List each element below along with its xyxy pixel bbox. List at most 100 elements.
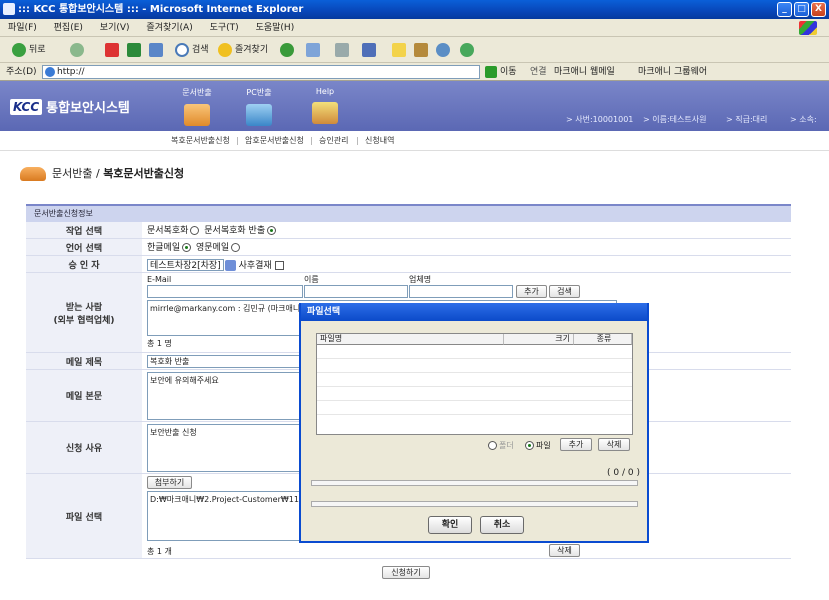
subnav-approval[interactable]: 승인관리 [319, 131, 348, 151]
approver-select[interactable]: 테스트차장2[차장] [147, 259, 224, 271]
approver-field: 테스트차장2[차장] 사후결재 [147, 259, 284, 272]
list-item[interactable]: mirrle@markany.com : 김민규 (마크애니) [150, 304, 303, 313]
menu-tools[interactable]: 도구(T) [210, 23, 239, 33]
email-input[interactable] [147, 285, 303, 298]
work-decrypt-export-radio[interactable] [267, 226, 277, 235]
history-button[interactable] [280, 41, 297, 59]
table-row [317, 372, 632, 373]
note-icon [392, 42, 406, 57]
recipient-count: 총 1 명 [147, 339, 172, 348]
col-size[interactable]: 크기 [504, 334, 574, 345]
star-icon [218, 42, 232, 57]
page-heading: 문서반출 / 복호문서반출신청 [20, 165, 184, 183]
user-employee-no: > 사번:10001001 [566, 115, 634, 124]
user-dept: > 소속: [790, 115, 817, 124]
name-input[interactable] [304, 285, 408, 298]
minimize-button[interactable]: _ [777, 2, 792, 17]
menu-file[interactable]: 파일(F) [8, 23, 37, 33]
subnav-history[interactable]: 신청내역 [365, 131, 394, 151]
submit-button[interactable]: 신청하기 [382, 566, 430, 579]
mail-button[interactable] [306, 41, 323, 59]
address-bar: 주소(D) http:// 이동 연결 마크애니 웹메일 마크애니 그룹웨어 [0, 63, 829, 81]
subnav-encrypt-export[interactable]: 암호문서반출신청 [245, 131, 304, 151]
post-approval-checkbox[interactable] [274, 261, 284, 270]
forward-button[interactable] [70, 41, 87, 59]
word-icon [362, 42, 376, 57]
page-title: 복호문서반출신청 [103, 167, 185, 180]
stop-button[interactable] [105, 41, 122, 59]
link-markany-webmail[interactable]: 마크애니 웹메일 [554, 63, 615, 81]
mail-subject-label: 메일 제목 [26, 353, 142, 370]
maximize-button[interactable]: □ [794, 2, 809, 17]
work-label: 작업 선택 [26, 222, 142, 239]
nav-document-export[interactable]: 문서반출 [172, 87, 222, 126]
folder-option: 폴더 [486, 440, 514, 452]
col-filename[interactable]: 파일명 [317, 334, 504, 345]
links-label: 연결 [530, 67, 547, 77]
list-item[interactable]: D:₩마크애니₩2.Project-Customer₩11.한 [150, 495, 309, 504]
user-name: > 이름:테스트사원 [643, 115, 707, 124]
search-icon [175, 42, 189, 57]
menu-edit[interactable]: 편집(E) [54, 23, 83, 33]
delete-file-button[interactable]: 삭제 [549, 544, 580, 557]
menu-favorites[interactable]: 즐겨찾기(A) [146, 23, 192, 33]
close-button[interactable]: X [811, 2, 826, 17]
back-arrow-icon [12, 42, 26, 57]
menu-view[interactable]: 보기(V) [100, 23, 130, 33]
print-button[interactable] [335, 41, 352, 59]
site-logo[interactable]: KCC 통합보안시스템 [10, 97, 130, 117]
edit-button[interactable] [362, 41, 379, 59]
lang-english-radio[interactable] [231, 243, 241, 252]
back-button[interactable]: 뒤로 [12, 41, 46, 59]
ie-page-icon [45, 67, 55, 77]
table-row [317, 358, 632, 359]
history-icon [280, 42, 294, 57]
document-export-icon [20, 167, 46, 181]
approver-label: 승 인 자 [26, 256, 142, 273]
address-input[interactable]: http:// [42, 65, 480, 79]
recipient-label: 받는 사람 (외부 협력업체) [26, 273, 142, 353]
dialog-add-button[interactable]: 추가 [560, 438, 592, 451]
site-header: KCC 통합보안시스템 문서반출 PC반출 Help > 사번:10001001 … [0, 81, 829, 131]
chevron-down-icon[interactable] [224, 260, 236, 271]
sub-navigation: 복호문서반출신청 | 암호문서반출신청 | 승인관리 | 신청내역 [0, 131, 829, 151]
research-button[interactable] [414, 41, 431, 59]
extra-button[interactable] [460, 41, 477, 59]
home-button[interactable] [149, 41, 166, 59]
company-input[interactable] [409, 285, 513, 298]
lang-korean-radio[interactable] [182, 243, 192, 252]
progress-bar [311, 480, 638, 486]
attach-button[interactable]: 첨부하기 [147, 476, 192, 489]
subnav-decrypt-export[interactable]: 복호문서반출신청 [171, 131, 230, 151]
help-icon [312, 102, 338, 124]
go-button[interactable]: 이동 [500, 63, 517, 81]
link-markany-groupware[interactable]: 마크애니 그룹웨어 [638, 63, 707, 81]
file-table[interactable]: 파일명 크기 종류 [316, 333, 633, 435]
window-title-bar[interactable]: ::: KCC 통합보안시스템 ::: - Microsoft Internet… [0, 0, 829, 19]
refresh-button[interactable] [127, 41, 144, 59]
search-recipient-button[interactable]: 검색 [549, 285, 580, 298]
nav-pc-export[interactable]: PC반출 [234, 87, 284, 126]
col-type[interactable]: 종류 [574, 334, 632, 345]
cancel-button[interactable]: 취소 [480, 516, 524, 534]
home-icon [149, 42, 163, 57]
file-radio[interactable] [525, 441, 534, 450]
folder-radio[interactable] [488, 441, 497, 450]
search-button[interactable]: 검색 [175, 41, 209, 59]
add-recipient-button[interactable]: 추가 [516, 285, 547, 298]
discuss-button[interactable] [392, 41, 409, 59]
table-row [317, 386, 632, 387]
dialog-delete-button[interactable]: 삭제 [598, 438, 630, 451]
progress-bar-total [311, 501, 638, 507]
favorites-button[interactable]: 즐겨찾기 [218, 41, 268, 59]
nav-help[interactable]: Help [300, 87, 350, 124]
dialog-title[interactable]: 파일선택 [301, 303, 647, 321]
menu-bar: 파일(F) 편집(E) 보기(V) 즐겨찾기(A) 도구(T) 도움말(H) [0, 19, 829, 37]
lang-label: 언어 선택 [26, 239, 142, 256]
ok-button[interactable]: 확인 [428, 516, 472, 534]
user-rank: > 직급:대리 [726, 115, 768, 124]
menu-help[interactable]: 도움말(H) [256, 23, 295, 33]
work-decrypt-radio[interactable] [190, 226, 200, 235]
go-arrow-icon[interactable] [485, 66, 497, 78]
messenger-button[interactable] [436, 41, 453, 59]
